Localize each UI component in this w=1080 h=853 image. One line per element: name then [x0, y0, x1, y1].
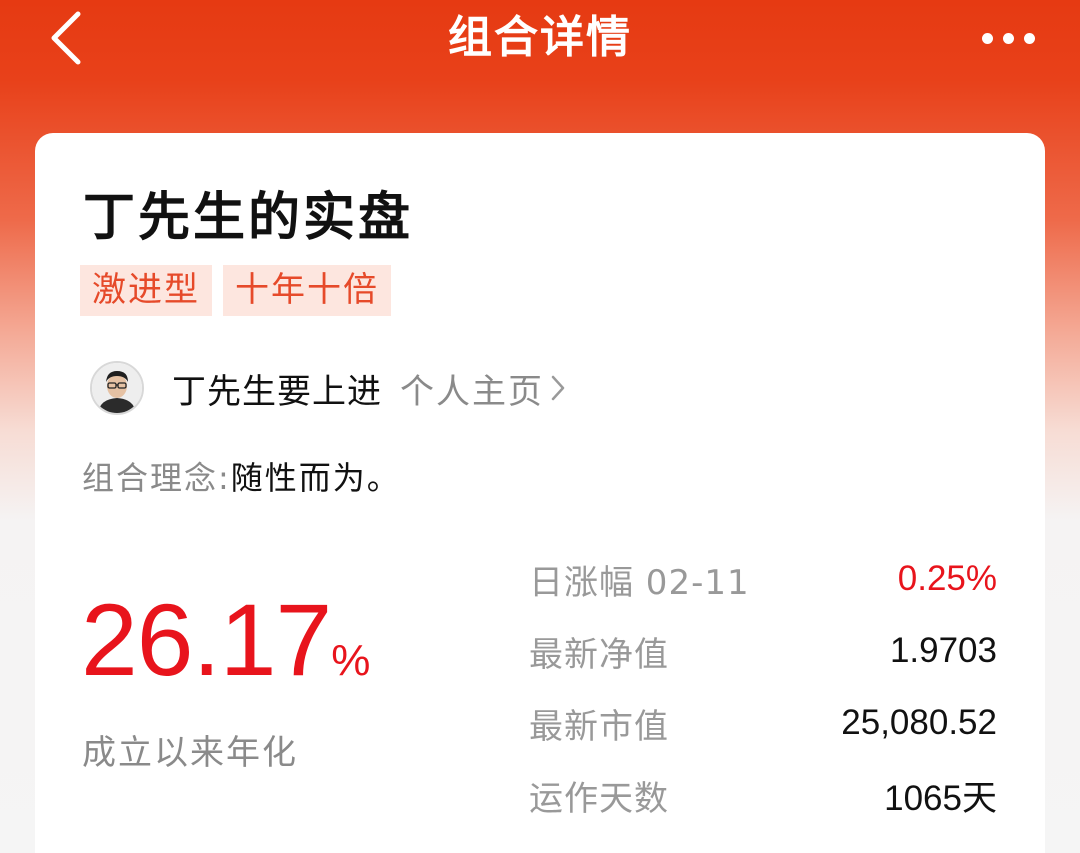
- stat-value: 25,080.52: [841, 703, 997, 742]
- portfolio-card: 丁先生的实盘 激进型 十年十倍 丁先生要上进 个人主页 组合理念:随性而为。 2…: [35, 133, 1045, 853]
- stat-market-value: 最新市值 25,080.52: [529, 687, 997, 759]
- annualized-return-label: 成立以来年化: [82, 733, 298, 773]
- avatar-portrait-icon: [92, 363, 142, 413]
- more-dots-icon: [981, 32, 993, 44]
- nav-bar: 组合详情: [0, 0, 1080, 80]
- homepage-link[interactable]: 个人主页: [400, 364, 544, 413]
- stat-label: 最新市值: [529, 706, 669, 747]
- chevron-right-icon: [550, 374, 566, 402]
- portfolio-name: 丁先生的实盘: [83, 188, 414, 248]
- more-button[interactable]: [968, 14, 1048, 62]
- stat-label: 日涨幅 02-11: [529, 562, 750, 603]
- stat-value: 1.9703: [889, 631, 997, 670]
- annualized-return-unit: %: [331, 636, 371, 685]
- stat-running-days: 运作天数 1065天: [529, 759, 997, 831]
- stat-value: 1065天: [884, 778, 997, 818]
- stat-daily-change: 日涨幅 02-11 0.25%: [529, 543, 997, 615]
- author-name[interactable]: 丁先生要上进: [172, 364, 382, 413]
- author-row[interactable]: 丁先生要上进 个人主页: [90, 361, 566, 415]
- tag-risk-style: 激进型: [80, 265, 212, 316]
- stat-label: 运作天数: [529, 778, 669, 819]
- portfolio-philosophy: 组合理念:随性而为。: [82, 453, 401, 499]
- stat-label: 最新净值: [529, 634, 669, 675]
- tag-goal: 十年十倍: [223, 265, 391, 316]
- philosophy-value: 随性而为。: [230, 459, 401, 497]
- stat-nav: 最新净值 1.9703: [529, 615, 997, 687]
- page-title: 组合详情: [448, 12, 632, 63]
- stats-list: 日涨幅 02-11 0.25% 最新净值 1.9703 最新市值 25,080.…: [529, 543, 997, 831]
- annualized-return-value: 26.17: [81, 583, 332, 697]
- annualized-return: 26.17%: [81, 588, 370, 713]
- philosophy-label: 组合理念:: [82, 459, 231, 497]
- avatar[interactable]: [90, 361, 144, 415]
- stat-value: 0.25%: [897, 559, 997, 598]
- portfolio-tags: 激进型 十年十倍: [80, 265, 391, 316]
